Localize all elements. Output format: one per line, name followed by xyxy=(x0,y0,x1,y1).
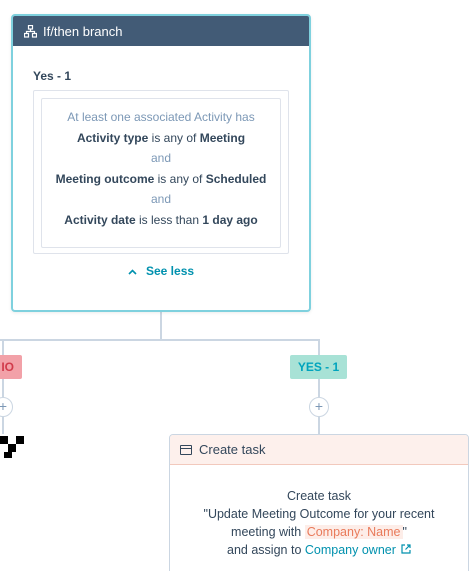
checker-fragment xyxy=(4,452,12,458)
workflow-canvas: If/then branch Yes - 1 At least one asso… xyxy=(0,0,474,571)
condition-field: Activity type xyxy=(76,130,149,145)
plus-icon: + xyxy=(314,398,324,414)
see-less-link[interactable]: See less xyxy=(13,264,309,278)
condition-row: Meeting outcome is any of Scheduled xyxy=(42,169,280,190)
task-header: Create task xyxy=(170,435,468,465)
branch-icon xyxy=(23,24,37,38)
external-link-icon[interactable] xyxy=(398,544,411,557)
plus-icon: + xyxy=(0,398,8,414)
add-action-button[interactable]: + xyxy=(0,397,13,417)
condition-joiner: and xyxy=(150,192,172,206)
connector-line xyxy=(2,379,4,397)
condition-operator: is less than xyxy=(138,212,200,227)
checker-fragment xyxy=(0,436,8,444)
task-description-line: "Update Meeting Outcome for your recent xyxy=(203,507,435,521)
connector-line xyxy=(2,339,4,355)
task-text: " xyxy=(402,525,407,539)
condition-value: Meeting xyxy=(199,130,246,145)
condition-field: Activity date xyxy=(64,212,136,227)
conditions-outer-box: At least one associated Activity has Act… xyxy=(33,90,289,254)
create-task-card[interactable]: Create task Create task "Update Meeting … xyxy=(169,434,469,571)
condition-value: Scheduled xyxy=(205,171,267,186)
add-action-button[interactable]: + xyxy=(309,397,329,417)
condition-operator: is any of xyxy=(151,130,197,145)
ifthen-branch-card[interactable]: If/then branch Yes - 1 At least one asso… xyxy=(11,14,311,312)
no-branch-badge: IO xyxy=(0,355,22,379)
connector-line xyxy=(318,379,320,397)
connector-line xyxy=(318,339,320,355)
condition-row: Activity date is less than 1 day ago xyxy=(42,210,280,231)
connector-line xyxy=(318,416,320,434)
task-body: Create task "Update Meeting Outcome for … xyxy=(170,465,468,559)
personalization-token: Company: Name xyxy=(304,525,403,539)
condition-joiner: and xyxy=(150,151,172,165)
task-header-label: Create task xyxy=(199,442,266,457)
task-assign-line: and assign to Company owner xyxy=(170,541,468,559)
condition-row: Activity type is any of Meeting xyxy=(42,128,280,149)
condition-field: Meeting outcome xyxy=(55,171,155,186)
task-description-line: meeting with Company: Name " xyxy=(170,523,468,541)
task-text: and assign to xyxy=(227,543,305,557)
checker-fragment xyxy=(8,444,16,452)
checker-fragment xyxy=(16,436,24,444)
yes-branch-badge: YES - 1 xyxy=(290,355,347,379)
conditions-box: At least one associated Activity has Act… xyxy=(41,98,281,248)
ifthen-title: If/then branch xyxy=(43,23,123,39)
task-title: Create task xyxy=(287,489,351,503)
ifthen-header: If/then branch xyxy=(13,16,309,46)
see-less-label: See less xyxy=(146,264,195,278)
chevron-up-icon xyxy=(128,266,140,278)
condition-value: 1 day ago xyxy=(202,212,258,227)
conditions-intro: At least one associated Activity has xyxy=(67,110,255,124)
branch-label: Yes - 1 xyxy=(33,69,72,83)
condition-operator: is any of xyxy=(157,171,203,186)
connector-line xyxy=(160,312,162,340)
company-owner-link[interactable]: Company owner xyxy=(305,543,396,557)
task-icon xyxy=(180,444,192,455)
connector-line xyxy=(2,416,4,434)
task-text: meeting with xyxy=(231,525,305,539)
connector-line xyxy=(0,339,320,341)
